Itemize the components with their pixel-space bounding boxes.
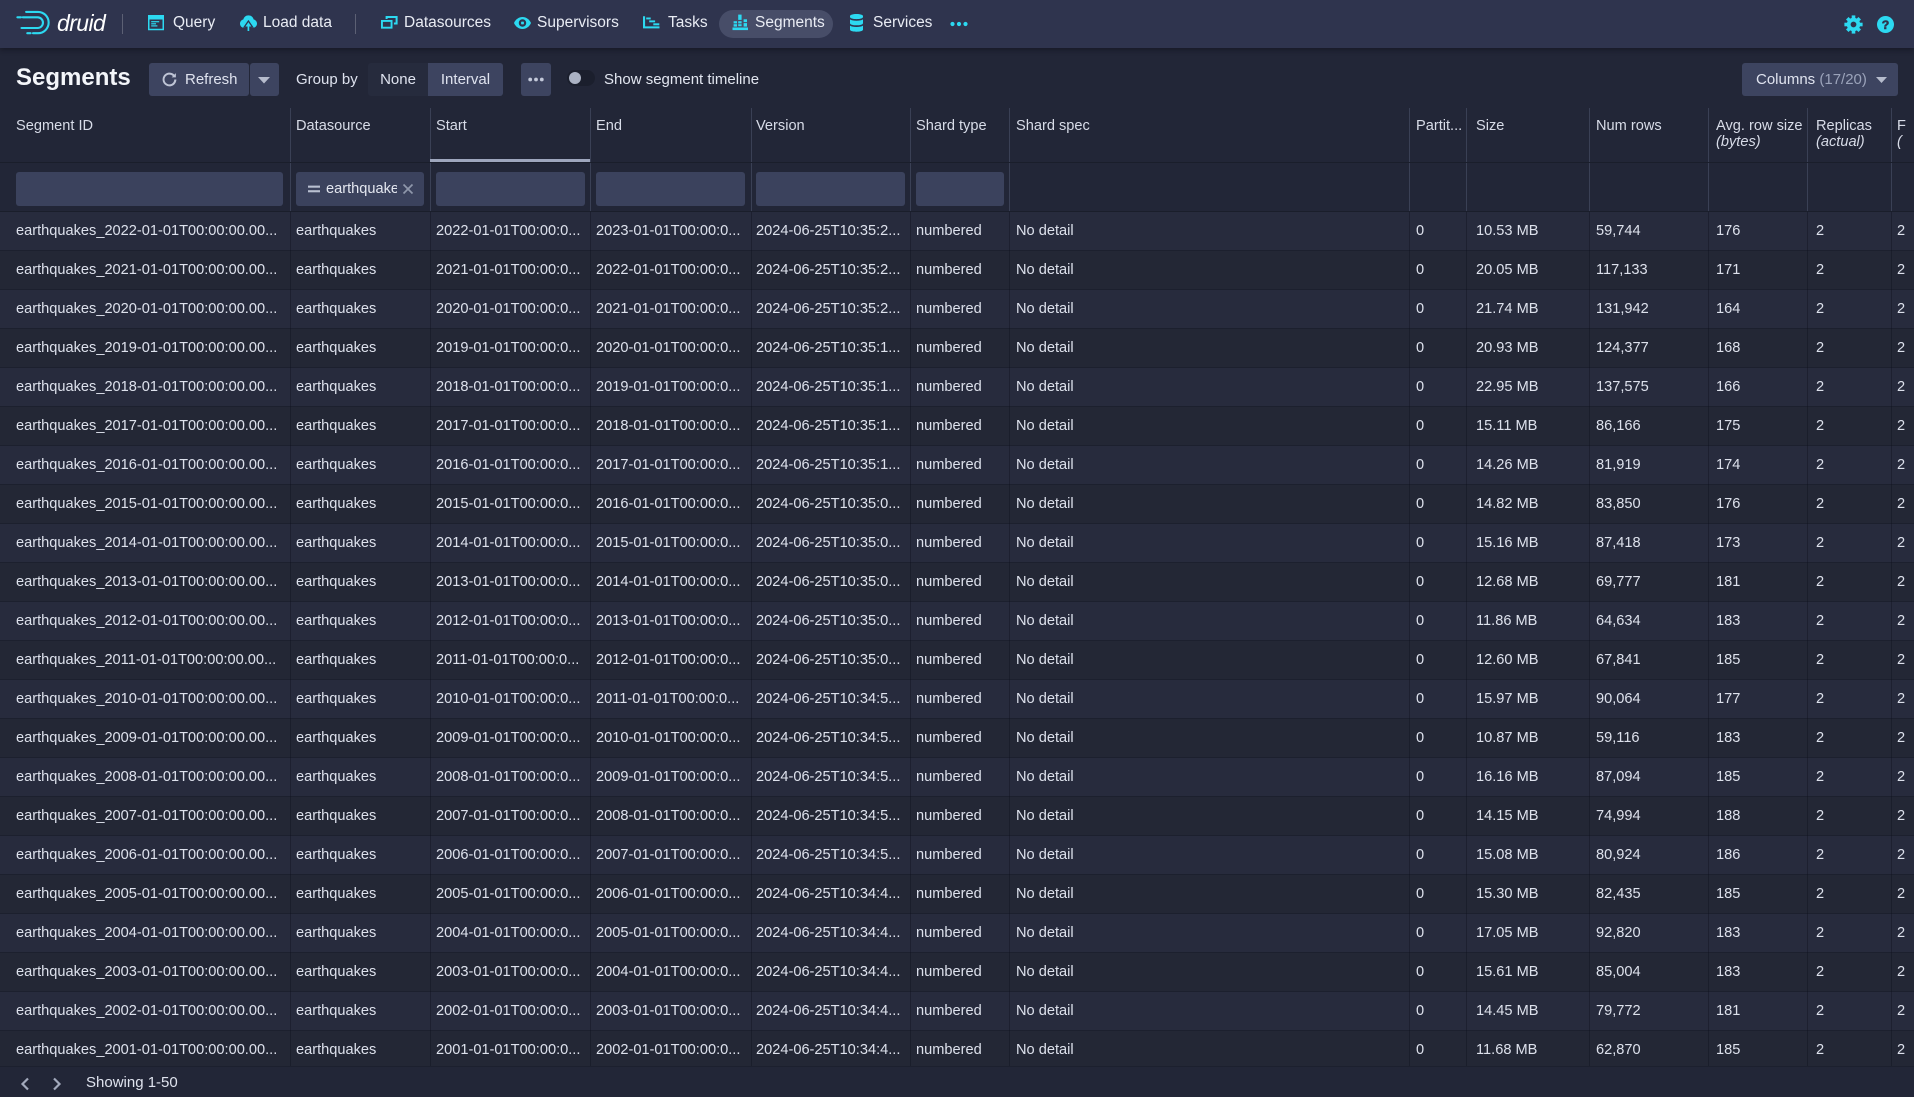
svg-text:?: ? [1882,18,1890,32]
